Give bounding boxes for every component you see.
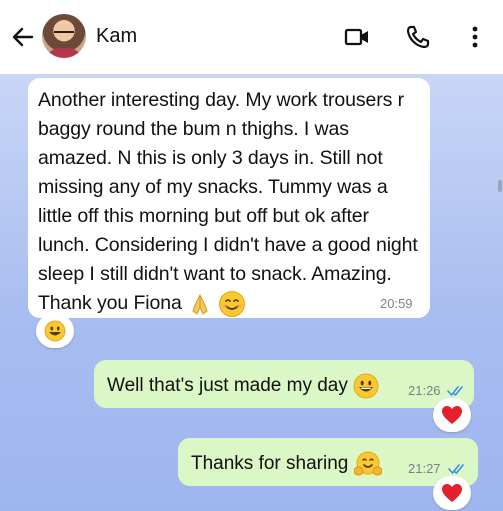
avatar[interactable] bbox=[42, 14, 86, 58]
red-heart-emoji bbox=[442, 484, 462, 502]
outgoing-message[interactable]: Thanks for sharing 21:27 bbox=[178, 438, 478, 486]
chat-header: Kam bbox=[0, 0, 503, 74]
red-heart-emoji bbox=[442, 406, 462, 424]
scrollbar[interactable] bbox=[498, 180, 502, 192]
incoming-message[interactable]: Another interesting day. My work trouser… bbox=[28, 78, 430, 318]
read-ticks-icon bbox=[448, 464, 464, 474]
outgoing-message[interactable]: Well that's just made my day 21:26 bbox=[94, 360, 474, 408]
more-vertical-icon[interactable] bbox=[462, 24, 488, 50]
video-camera-icon[interactable] bbox=[344, 24, 370, 50]
message-text: Another interesting day. My work trouser… bbox=[38, 86, 420, 318]
message-reaction[interactable] bbox=[433, 476, 471, 510]
phone-icon[interactable] bbox=[405, 24, 431, 50]
message-time: 21:27 bbox=[408, 461, 441, 476]
message-time: 21:26 bbox=[408, 383, 441, 398]
grinning-face-emoji bbox=[353, 373, 379, 399]
folded-hands-emoji bbox=[192, 293, 208, 315]
message-text: Thanks for sharing bbox=[191, 451, 382, 477]
smiling-face-emoji bbox=[219, 290, 246, 317]
arrow-left-icon[interactable] bbox=[10, 24, 36, 50]
contact-name[interactable]: Kam bbox=[96, 25, 137, 48]
read-ticks-icon bbox=[447, 386, 463, 396]
message-reaction[interactable] bbox=[36, 314, 74, 348]
hugging-face-emoji bbox=[353, 451, 382, 476]
message-text: Well that's just made my day bbox=[107, 373, 379, 399]
message-reaction[interactable] bbox=[433, 398, 471, 432]
grinning-face-emoji bbox=[44, 320, 66, 342]
chat-area[interactable]: Another interesting day. My work trouser… bbox=[0, 74, 503, 511]
message-time: 20:59 bbox=[380, 296, 413, 311]
